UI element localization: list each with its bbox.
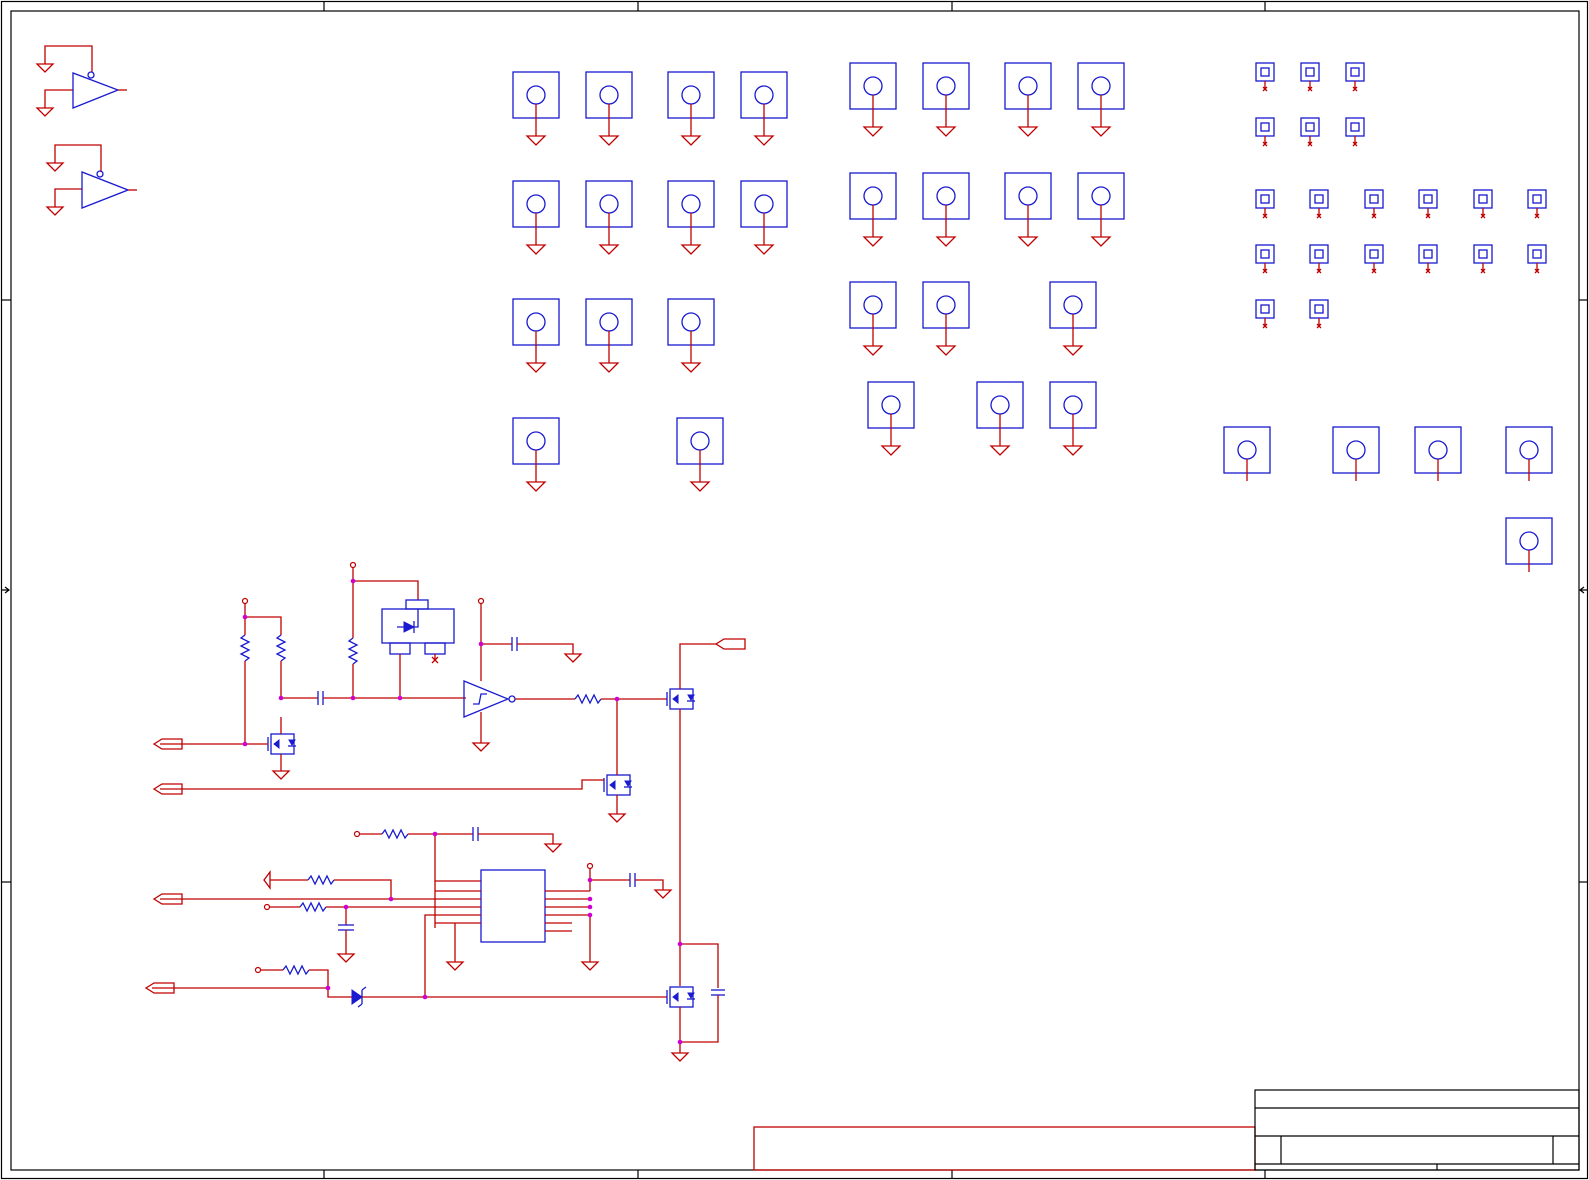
mounting-hole-grounded [1049,281,1097,356]
mounting-hole-grounded [676,417,724,492]
mounting-hole-grounded [585,180,633,255]
mounting-hole-array-open [1223,426,1553,572]
mounting-hole-grounded [922,281,970,356]
mounting-hole-grounded [922,172,970,247]
mosfet-q4 [666,943,725,1062]
mosfet-q1 [152,717,296,780]
test-pad [1255,117,1275,147]
mounting-hole-grounded [585,71,633,146]
mounting-hole-grounded [512,417,560,492]
test-pad [1364,244,1384,274]
mounting-hole-grounded [1077,172,1125,247]
test-pad [1364,189,1384,219]
rc-filter [353,827,563,882]
test-pad [1255,62,1275,92]
mounting-hole-grounded [740,180,788,255]
pullup-network [239,597,318,744]
mounting-hole-open [1505,426,1553,481]
mosfet-q3 [666,638,746,986]
test-pad [1300,117,1320,147]
mounting-hole-grounded [1077,62,1125,137]
regulator-section [347,561,455,698]
mounting-hole-open [1223,426,1271,481]
ic-input-network [152,870,435,997]
mounting-hole-grounded [667,298,715,373]
mounting-hole-grounded [1004,62,1052,137]
power-switch-circuit [144,561,746,1062]
mounting-hole-grounded [1004,172,1052,247]
inverter-gate-1 [35,45,127,117]
zener-path [144,964,667,1008]
mounting-hole-grounded [849,172,897,247]
mounting-hole-open [1414,426,1462,481]
test-pad [1255,189,1275,219]
gate-driver-ic [434,862,673,971]
mounting-hole-grounded [849,281,897,356]
sheet-frame [0,0,1589,1180]
schmitt-trigger-buffer [463,597,667,752]
test-pad [1300,62,1320,92]
mounting-hole-grounded [585,298,633,373]
title-block [753,1089,1580,1171]
test-pad [1255,299,1275,329]
test-pad [1527,189,1547,219]
test-pad [1473,244,1493,274]
test-pad [1418,189,1438,219]
mounting-hole-grounded [512,180,560,255]
schematic-sheet [0,0,1589,1180]
mounting-hole-grounded [849,62,897,137]
inverter-gate-2 [45,144,137,216]
mounting-hole-array-grounded [512,62,1125,492]
mounting-hole-open [1332,426,1380,481]
test-pad [1527,244,1547,274]
mosfet-q2 [152,699,632,823]
mounting-hole-grounded [976,381,1024,456]
mounting-hole-grounded [922,62,970,137]
mounting-hole-grounded [740,71,788,146]
mounting-hole-grounded [512,298,560,373]
test-pad [1309,189,1329,219]
test-pad [1255,244,1275,274]
test-pad [1309,299,1329,329]
coupling-capacitor [317,691,466,705]
mounting-hole-grounded [667,71,715,146]
test-pad [1345,62,1365,92]
mounting-hole-grounded [1049,381,1097,456]
test-pad [1473,189,1493,219]
mounting-hole-grounded [512,71,560,146]
test-pad-array [1255,62,1547,329]
test-pad [1345,117,1365,147]
mounting-hole-grounded [667,180,715,255]
mounting-hole-grounded [867,381,915,456]
test-pad [1309,244,1329,274]
test-pad [1418,244,1438,274]
mounting-hole-open [1505,517,1553,572]
